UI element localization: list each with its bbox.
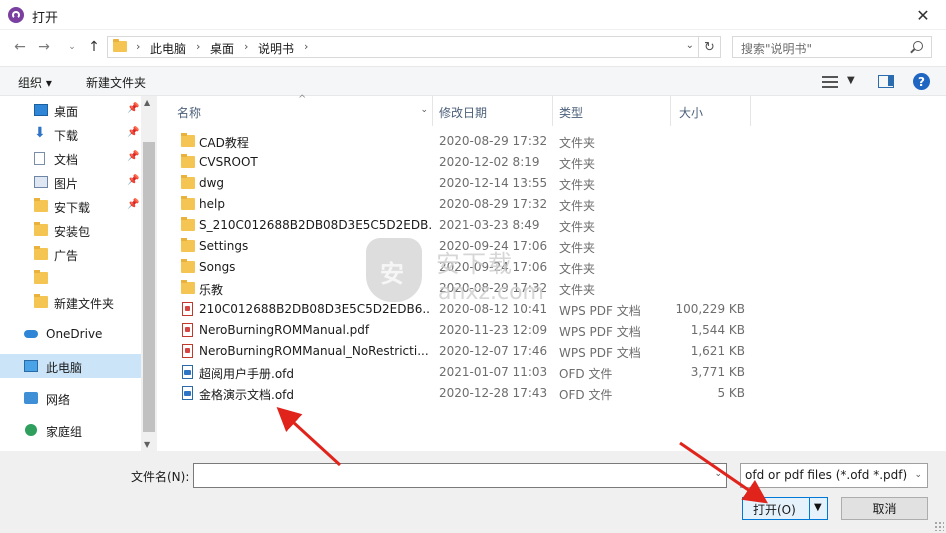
arrow-to-ofd-file-icon bbox=[276, 406, 342, 467]
annotation-arrows bbox=[276, 406, 768, 504]
arrow-to-open-button-icon bbox=[679, 441, 768, 504]
